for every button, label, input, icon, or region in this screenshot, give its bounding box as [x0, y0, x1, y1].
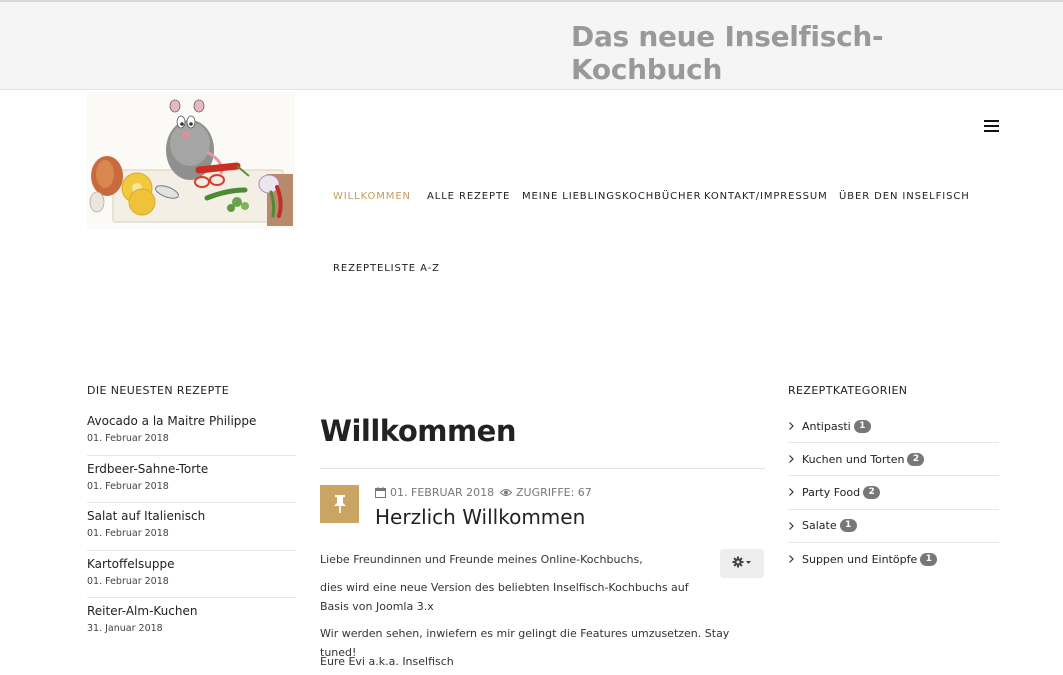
- recent-recipe-link[interactable]: Avocado a la Maitre Philippe: [87, 414, 296, 428]
- recent-recipe-date: 31. Januar 2018: [87, 623, 163, 634]
- list-item: Kartoffelsuppe 01. Februar 2018: [87, 551, 296, 598]
- category-label: Suppen und Eintöpfe: [802, 552, 918, 566]
- site-title-line-1: Das neue Inselfisch-: [571, 20, 884, 53]
- category-label: Antipasti: [802, 419, 851, 433]
- nav-item-rezepteliste[interactable]: Rezepteliste A-Z: [333, 263, 440, 274]
- list-item: Avocado a la Maitre Philippe 01. Februar…: [87, 408, 296, 456]
- category-count-badge: 1: [853, 419, 871, 433]
- article-title[interactable]: Herzlich Willkommen: [375, 505, 585, 529]
- category-item[interactable]: Salate 1: [788, 510, 999, 543]
- category-label: Party Food: [802, 485, 861, 499]
- site-title-line-2: Kochbuch: [571, 53, 723, 86]
- nav-item-willkommen[interactable]: Willkommen: [333, 191, 411, 202]
- site-logo[interactable]: [87, 92, 295, 229]
- article-hits-text: ZUGRIFFE: 67: [516, 486, 592, 499]
- category-item[interactable]: Antipasti 1: [788, 410, 999, 444]
- chevron-right-icon: [789, 422, 794, 431]
- category-label: Salate: [802, 519, 837, 533]
- article-paragraph: Eure Evi a.k.a. Inselfisch: [320, 655, 454, 668]
- site-header: Das neue Inselfisch- Kochbuch: [0, 0, 1063, 90]
- recent-recipe-date: 01. Februar 2018: [87, 528, 169, 539]
- recent-recipe-link[interactable]: Kartoffelsuppe: [87, 557, 296, 571]
- nav-item-kontakt-impressum[interactable]: Kontakt/Impressum: [704, 191, 828, 202]
- recent-recipe-link[interactable]: Erdbeer-Sahne-Torte: [87, 462, 296, 476]
- eye-icon: [500, 488, 512, 497]
- article-date: 01. FEBRUAR 2018: [375, 486, 494, 499]
- article-date-text: 01. FEBRUAR 2018: [390, 486, 495, 499]
- list-item: Reiter-Alm-Kuchen 31. Januar 2018: [87, 598, 296, 646]
- recent-recipe-link[interactable]: Reiter-Alm-Kuchen: [87, 604, 296, 618]
- nav-item-alle-rezepte[interactable]: Alle Rezepte: [427, 191, 510, 202]
- recent-recipe-date: 01. Februar 2018: [87, 480, 169, 492]
- site-title[interactable]: Das neue Inselfisch- Kochbuch: [571, 20, 911, 86]
- article-tools-button[interactable]: [720, 549, 764, 578]
- hamburger-icon[interactable]: [984, 120, 999, 133]
- chevron-right-icon: [789, 488, 794, 497]
- chevron-right-icon: [789, 455, 794, 464]
- recent-recipe-date: 01. Februar 2018: [87, 433, 169, 444]
- recent-recipe-date: 01. Februar 2018: [87, 575, 169, 587]
- category-item[interactable]: Party Food 2: [788, 476, 999, 510]
- calendar-icon: [375, 487, 386, 498]
- category-item[interactable]: Suppen und Eintöpfe 1: [788, 543, 999, 576]
- pushpin-icon: [320, 485, 359, 523]
- category-count-badge: 2: [907, 452, 925, 466]
- recent-recipes-list: Avocado a la Maitre Philippe 01. Februar…: [87, 408, 296, 646]
- gear-icon: [732, 555, 752, 573]
- nav-item-ueber-inselfisch[interactable]: Über den Inselfisch: [839, 191, 970, 202]
- categories-list: Antipasti 1 Kuchen und Torten 2 Party Fo…: [788, 410, 999, 576]
- recent-recipes-heading: Die neuesten Rezepte: [87, 384, 230, 397]
- chevron-right-icon: [789, 555, 794, 564]
- article-paragraph: dies wird eine neue Version des beliebte…: [320, 581, 689, 613]
- category-count-badge: 1: [839, 519, 857, 533]
- divider: [320, 468, 765, 469]
- recent-recipe-link[interactable]: Salat auf Italienisch: [87, 509, 296, 523]
- category-label: Kuchen und Torten: [802, 452, 905, 466]
- category-count-badge: 2: [863, 485, 881, 499]
- list-item: Erdbeer-Sahne-Torte 01. Februar 2018: [87, 456, 296, 503]
- page-title: Willkommen: [320, 414, 517, 448]
- nav-item-lieblingskochbuecher[interactable]: Meine Lieblingskochbücher: [522, 191, 702, 202]
- category-count-badge: 1: [920, 552, 938, 566]
- category-item[interactable]: Kuchen und Torten 2: [788, 443, 999, 477]
- article-hits: ZUGRIFFE: 67: [500, 486, 592, 499]
- chevron-right-icon: [789, 521, 794, 530]
- categories-heading: Rezeptkategorien: [788, 384, 908, 397]
- list-item: Salat auf Italienisch 01. Februar 2018: [87, 503, 296, 551]
- article-paragraph: Liebe Freundinnen und Freunde meines Onl…: [320, 553, 643, 566]
